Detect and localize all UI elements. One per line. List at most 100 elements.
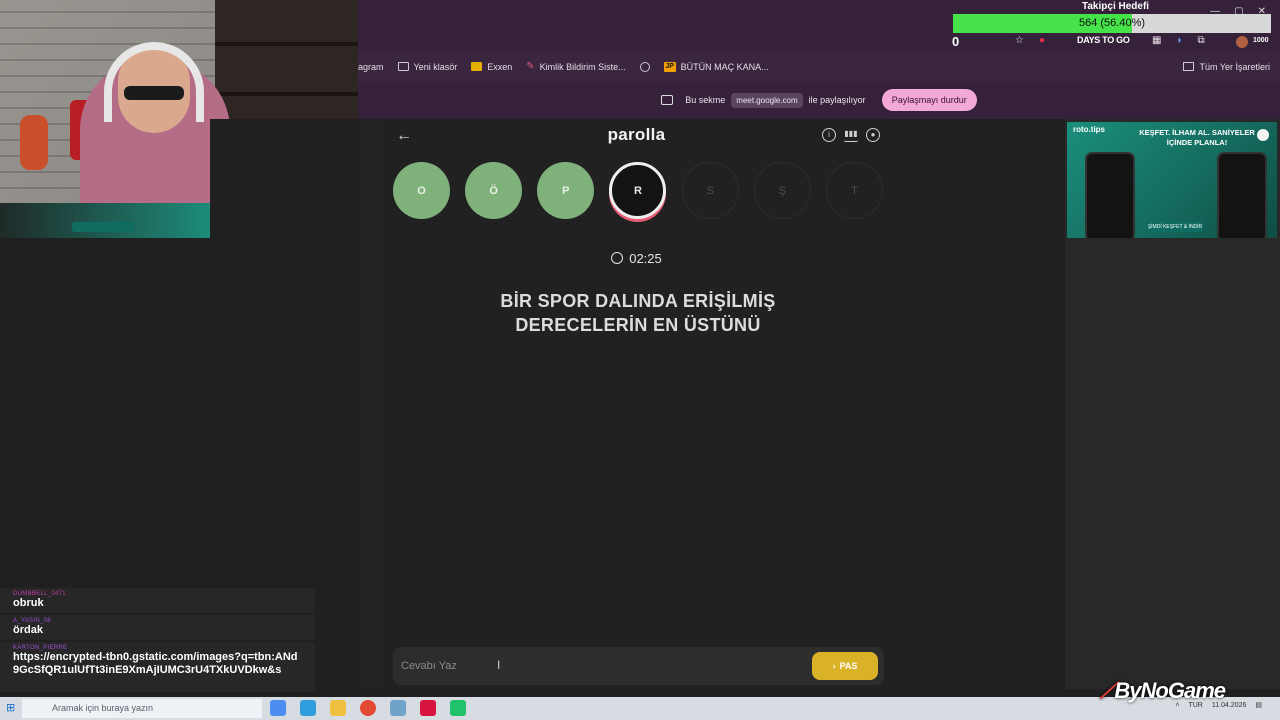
window-controls: — ▢ ✕ — [1210, 6, 1266, 17]
jp-icon: JP — [663, 61, 676, 72]
letter-circle: R — [609, 162, 667, 219]
toolbar-icons-right: ▦ ◗ ⧉ — [1152, 35, 1205, 46]
left-panel — [0, 238, 210, 588]
share-prefix: Bu sekme — [685, 95, 726, 105]
answer-input[interactable] — [401, 656, 801, 676]
ad-brand: roto.tips — [1073, 125, 1105, 134]
all-bookmarks-label: Tüm Yer İşaretleri — [1199, 61, 1270, 72]
chat-message: A_YASIN_08 ördak — [0, 615, 315, 640]
answer-box: I › PAS — [393, 647, 884, 685]
minimize-icon[interactable]: — — [1210, 6, 1220, 17]
tab-sharing-bar: Bu sekme meet.google.com ile paylaşılıyo… — [358, 81, 1280, 119]
audio-icon[interactable]: ◗ — [1176, 35, 1182, 46]
microphone — [20, 115, 48, 170]
taskbar-apps — [270, 700, 466, 716]
app-icon[interactable] — [450, 700, 466, 716]
pass-label: PAS — [839, 661, 858, 671]
game-title: parolla — [607, 125, 666, 144]
bookmark-label: Yeni klasör — [413, 61, 458, 72]
maximize-icon[interactable]: ▢ — [1234, 6, 1243, 17]
bookmark-item[interactable]: Exxen — [471, 62, 512, 72]
folder-icon — [397, 62, 409, 71]
exxen-icon — [471, 62, 483, 71]
question-text: BİR SPOR DALINDA ERİŞİLMİŞ DERECELERİN E… — [443, 289, 833, 337]
header-icons: i ▮▮▮ ● — [822, 128, 880, 142]
bookmark-label: BÜTÜN MAÇ KANA... — [680, 61, 769, 72]
bookmarks-bar: agram Yeni klasör Exxen ✎ Kimlik Bildirim… — [358, 52, 1280, 81]
taskbar-search[interactable]: Aramak için buraya yazın — [22, 699, 262, 718]
bookmark-item[interactable]: Yeni klasör — [397, 61, 458, 72]
profile-avatar[interactable] — [1236, 36, 1248, 48]
game-header: ← parolla i ▮▮▮ ● — [383, 119, 890, 155]
stop-sharing-button[interactable]: Paylaşmayı durdur — [881, 89, 977, 111]
extensions-icon[interactable]: ⧉ — [1198, 35, 1205, 46]
extension-red-icon[interactable]: ● — [1039, 35, 1045, 46]
letter-circle: Ö — [465, 162, 523, 219]
bynogame-logo-icon: ⟋ — [1100, 678, 1115, 703]
days-to-go-extension[interactable]: DAYS TO GO — [1077, 35, 1130, 45]
ad-headline: KEŞFET. İLHAM AL. SANİYELER İÇİNDE PLANL… — [1139, 128, 1255, 147]
edge-icon[interactable] — [300, 700, 316, 716]
letter-circle: O — [393, 162, 450, 219]
screen: Takipçi Hedefi 564 (56.40%) — ▢ ✕ 0 ☆ ● … — [0, 0, 1280, 720]
app-icon[interactable] — [420, 700, 436, 716]
chat-text: https://encrypted-tbn0.gstatic.com/image… — [13, 651, 298, 676]
page-left-edge — [358, 119, 383, 689]
chevron-right-icon: › — [832, 661, 836, 671]
chat-message: KARTON_PIERRE https://encrypted-tbn0.gst… — [0, 642, 315, 692]
overlay-counter: 0 — [952, 34, 960, 49]
explorer-icon[interactable] — [330, 700, 346, 716]
chat-overlay: DUMBBELL_0471 obruk A_YASIN_08 ördak KAR… — [0, 588, 315, 708]
share-suffix: ile paylaşılıyor — [808, 95, 866, 105]
share-domain: meet.google.com — [731, 92, 803, 108]
letter-row: OÖPRSŞT — [393, 162, 883, 224]
pass-button[interactable]: › PAS — [812, 652, 878, 680]
kimlik-icon: ✎ — [526, 61, 535, 72]
bookmark-item[interactable]: ✎ Kimlik Bildirim Siste... — [526, 61, 625, 72]
globe-icon — [639, 61, 650, 72]
toolbar-icons: ☆ ● — [1015, 35, 1045, 46]
stats-icon[interactable]: ▮▮▮ — [844, 128, 858, 142]
ad-cta[interactable]: ŞİMDİ KEŞFET & İNDİR — [1147, 222, 1203, 232]
webcam-ad-banner — [0, 203, 210, 238]
notification-icon[interactable]: ▤ — [1255, 701, 1262, 709]
all-bookmarks[interactable]: Tüm Yer İşaretleri — [1183, 52, 1270, 81]
question-line: BİR SPOR DALINDA ERİŞİLMİŞ — [500, 291, 776, 311]
windows-taskbar: ⊞ Aramak için buraya yazın ˄ TUR 11.04.2… — [0, 697, 1280, 720]
chat-text: ördak — [13, 624, 43, 636]
letter-circle: P — [537, 162, 595, 219]
grid-icon[interactable]: ▦ — [1152, 35, 1161, 46]
roto-ad[interactable]: roto.tips KEŞFET. İLHAM AL. SANİYELER İÇ… — [1067, 122, 1277, 238]
question-line: DERECELERİN EN ÜSTÜNÜ — [515, 315, 761, 335]
bookmark-item[interactable] — [639, 61, 650, 72]
phone-image — [1217, 152, 1267, 238]
star-bookmark-icon[interactable]: ☆ — [1015, 35, 1024, 46]
timer: 02:25 — [383, 251, 890, 266]
cast-icon — [661, 95, 674, 105]
bookmark-item[interactable]: JP BÜTÜN MAÇ KANA... — [663, 61, 769, 72]
profile-icon[interactable]: ● — [866, 128, 880, 142]
chrome-icon[interactable] — [360, 700, 376, 716]
follower-goal-title: Takipçi Hedefi — [1082, 1, 1150, 12]
close-icon[interactable]: ✕ — [1258, 6, 1266, 17]
clock-icon — [611, 252, 624, 264]
text-cursor-icon: I — [497, 658, 501, 672]
task-view-icon[interactable] — [270, 700, 286, 716]
bookmark-item[interactable]: agram — [358, 62, 384, 72]
ad-close-icon[interactable] — [1257, 129, 1269, 141]
windows-start-icon[interactable]: ⊞ — [6, 701, 15, 714]
bynogame-watermark: ⟋ByNoGame — [1100, 678, 1226, 704]
sunglasses — [124, 86, 184, 100]
letter-circle: S — [681, 162, 739, 219]
app-icon[interactable] — [390, 700, 406, 716]
mini-count: 1000 — [1253, 37, 1269, 44]
phone-image — [1085, 152, 1135, 238]
chat-text: obruk — [13, 597, 44, 609]
letter-circle: T — [825, 162, 883, 219]
bookmark-label: agram — [358, 61, 384, 72]
watermark-text: ByNoGame — [1114, 678, 1226, 703]
parolla-game: ← parolla i ▮▮▮ ● OÖPRSŞT 02:25 BİR SPOR… — [383, 119, 890, 689]
bookmark-label: Exxen — [487, 61, 513, 72]
info-icon[interactable]: i — [822, 128, 836, 142]
folder-icon — [1183, 62, 1195, 71]
